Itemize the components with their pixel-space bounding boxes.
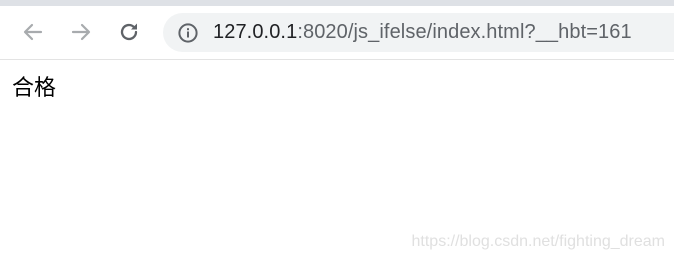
url-path: :8020/js_ifelse/index.html?__hbt=161 [297,21,632,43]
back-arrow-icon [21,20,45,44]
reload-button[interactable] [115,18,143,46]
back-button[interactable] [19,18,47,46]
url-host: 127.0.0.1 [213,21,298,43]
browser-toolbar: 127.0.0.1:8020/js_ifelse/index.html?__hb… [0,6,674,60]
page-body-text: 合格 [12,76,57,101]
info-icon[interactable] [177,22,199,44]
forward-button[interactable] [67,18,95,46]
url-text[interactable]: 127.0.0.1:8020/js_ifelse/index.html?__hb… [213,13,632,52]
reload-icon [117,20,141,44]
address-bar[interactable]: 127.0.0.1:8020/js_ifelse/index.html?__hb… [163,13,674,52]
watermark: https://blog.csdn.net/fighting_dream [411,233,666,250]
forward-arrow-icon [69,20,93,44]
